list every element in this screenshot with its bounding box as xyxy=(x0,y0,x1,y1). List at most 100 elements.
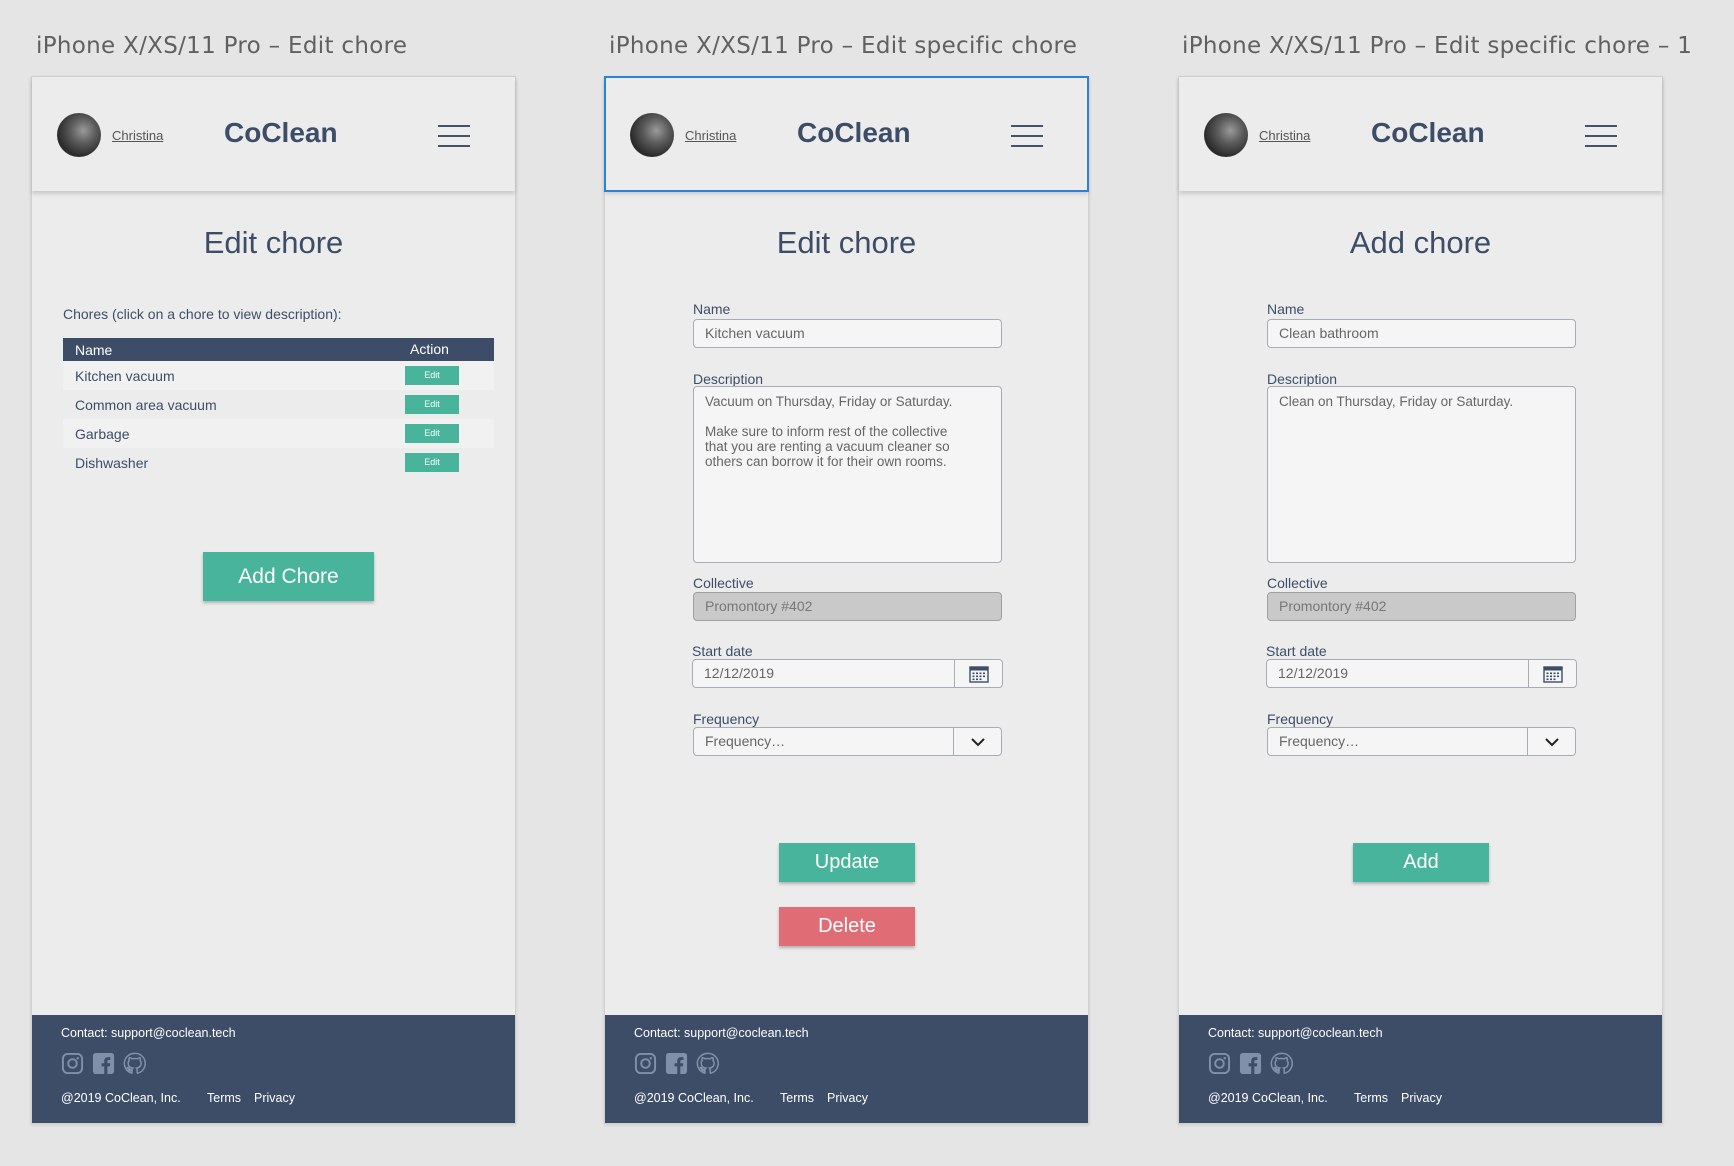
avatar[interactable] xyxy=(1204,113,1248,157)
footer: Contact: support@coclean.tech @2019 CoCl… xyxy=(1179,1015,1662,1123)
footer: Contact: support@coclean.tech @2019 CoCl… xyxy=(605,1015,1088,1123)
table-row[interactable]: Dishwasher Edit xyxy=(63,448,494,477)
description-textarea[interactable]: Vacuum on Thursday, Friday or Saturday. … xyxy=(693,386,1002,563)
table-row[interactable]: Garbage Edit xyxy=(63,419,494,448)
description-label: Description xyxy=(693,371,764,387)
footer-contact[interactable]: Contact: support@coclean.tech xyxy=(61,1026,236,1040)
footer-copyright: @2019 CoClean, Inc. xyxy=(61,1091,181,1105)
artboard-title-edit-specific-chore: iPhone X/XS/11 Pro – Edit specific chore xyxy=(609,33,1078,59)
start-date-label: Start date xyxy=(1266,643,1327,659)
footer-copyright: @2019 CoClean, Inc. xyxy=(1208,1091,1328,1105)
chore-name[interactable]: Kitchen vacuum xyxy=(75,368,175,384)
frequency-select[interactable]: Frequency… xyxy=(693,727,1002,756)
description-textarea[interactable]: Clean on Thursday, Friday or Saturday. xyxy=(1267,386,1576,563)
user-profile-link[interactable]: Christina xyxy=(112,128,163,143)
edit-button[interactable]: Edit xyxy=(405,424,459,443)
chores-table: Name Action Kitchen vacuum Edit Common a… xyxy=(63,338,494,477)
hamburger-menu-icon[interactable] xyxy=(1585,125,1617,147)
social-links xyxy=(634,1052,719,1075)
facebook-icon[interactable] xyxy=(92,1052,115,1075)
name-label: Name xyxy=(693,301,731,317)
brand-logo-text: CoClean xyxy=(797,117,911,148)
table-row[interactable]: Kitchen vacuum Edit xyxy=(63,361,494,390)
edit-button[interactable]: Edit xyxy=(405,453,459,472)
avatar[interactable] xyxy=(630,113,674,157)
privacy-link[interactable]: Privacy xyxy=(254,1091,295,1105)
privacy-link[interactable]: Privacy xyxy=(827,1091,868,1105)
footer-copyright: @2019 CoClean, Inc. xyxy=(634,1091,754,1105)
app-header: Christina CoClean xyxy=(604,76,1089,192)
footer: Contact: support@coclean.tech @2019 CoCl… xyxy=(32,1015,515,1123)
github-icon[interactable] xyxy=(123,1052,146,1075)
collective-field: Promontory #402 xyxy=(693,592,1002,621)
instagram-icon[interactable] xyxy=(61,1052,84,1075)
chore-name[interactable]: Dishwasher xyxy=(75,455,148,471)
footer-contact[interactable]: Contact: support@coclean.tech xyxy=(1208,1026,1383,1040)
collective-field: Promontory #402 xyxy=(1267,592,1576,621)
privacy-link[interactable]: Privacy xyxy=(1401,1091,1442,1105)
phone-frame-edit-specific-chore: Christina CoClean Edit chore Name Kitche… xyxy=(604,76,1089,1124)
table-row[interactable]: Common area vacuum Edit xyxy=(63,390,494,419)
facebook-icon[interactable] xyxy=(665,1052,688,1075)
artboard-title-edit-chore: iPhone X/XS/11 Pro – Edit chore xyxy=(36,33,408,59)
app-header: Christina CoClean xyxy=(32,77,515,191)
chores-caption: Chores (click on a chore to view descrip… xyxy=(63,306,342,322)
terms-link[interactable]: Terms xyxy=(1354,1091,1388,1105)
terms-link[interactable]: Terms xyxy=(207,1091,241,1105)
github-icon[interactable] xyxy=(1270,1052,1293,1075)
chevron-down-icon[interactable] xyxy=(954,728,1001,755)
start-date-input[interactable]: 12/12/2019 xyxy=(1266,659,1577,688)
collective-label: Collective xyxy=(693,575,754,591)
column-header-name: Name xyxy=(75,342,113,358)
phone-frame-edit-chore: Christina CoClean Edit chore Chores (cli… xyxy=(31,76,516,1124)
terms-link[interactable]: Terms xyxy=(780,1091,814,1105)
description-label: Description xyxy=(1267,371,1338,387)
start-date-input[interactable]: 12/12/2019 xyxy=(692,659,1003,688)
instagram-icon[interactable] xyxy=(1208,1052,1231,1075)
facebook-icon[interactable] xyxy=(1239,1052,1262,1075)
frequency-placeholder[interactable]: Frequency… xyxy=(705,733,785,749)
update-button[interactable]: Update xyxy=(779,843,915,882)
delete-button[interactable]: Delete xyxy=(779,907,915,946)
social-links xyxy=(1208,1052,1293,1075)
frequency-select[interactable]: Frequency… xyxy=(1267,727,1576,756)
chevron-down-icon[interactable] xyxy=(1528,728,1575,755)
frequency-placeholder[interactable]: Frequency… xyxy=(1279,733,1359,749)
calendar-icon[interactable] xyxy=(1529,660,1576,687)
add-chore-button[interactable]: Add Chore xyxy=(203,552,374,601)
chore-name[interactable]: Common area vacuum xyxy=(75,397,217,413)
start-date-value[interactable]: 12/12/2019 xyxy=(1278,665,1348,681)
footer-contact[interactable]: Contact: support@coclean.tech xyxy=(634,1026,809,1040)
brand-logo-text: CoClean xyxy=(1371,117,1485,148)
instagram-icon[interactable] xyxy=(634,1052,657,1075)
user-profile-link[interactable]: Christina xyxy=(685,128,736,143)
hamburger-menu-icon[interactable] xyxy=(1011,125,1043,147)
edit-button[interactable]: Edit xyxy=(405,395,459,414)
frequency-label: Frequency xyxy=(1267,711,1334,727)
chore-name[interactable]: Garbage xyxy=(75,426,129,442)
name-label: Name xyxy=(1267,301,1305,317)
page-title: Add chore xyxy=(1349,225,1492,260)
user-profile-link[interactable]: Christina xyxy=(1259,128,1310,143)
app-header: Christina CoClean xyxy=(1179,77,1662,191)
avatar[interactable] xyxy=(57,113,101,157)
artboard-title-edit-specific-chore-1: iPhone X/XS/11 Pro – Edit specific chore… xyxy=(1182,33,1693,59)
page-title: Edit chore xyxy=(776,225,917,260)
phone-frame-add-chore: Christina CoClean Add chore Name Clean b… xyxy=(1178,76,1663,1124)
name-input[interactable]: Kitchen vacuum xyxy=(693,319,1002,348)
calendar-icon[interactable] xyxy=(955,660,1002,687)
edit-button[interactable]: Edit xyxy=(405,366,459,385)
github-icon[interactable] xyxy=(696,1052,719,1075)
name-input[interactable]: Clean bathroom xyxy=(1267,319,1576,348)
add-button[interactable]: Add xyxy=(1353,843,1489,882)
frequency-label: Frequency xyxy=(693,711,760,727)
start-date-label: Start date xyxy=(692,643,753,659)
column-header-action: Action xyxy=(410,341,449,357)
social-links xyxy=(61,1052,146,1075)
brand-logo-text: CoClean xyxy=(224,117,338,148)
collective-label: Collective xyxy=(1267,575,1328,591)
page-title: Edit chore xyxy=(203,225,344,260)
table-header: Name Action xyxy=(63,338,494,361)
start-date-value[interactable]: 12/12/2019 xyxy=(704,665,774,681)
hamburger-menu-icon[interactable] xyxy=(438,125,470,147)
